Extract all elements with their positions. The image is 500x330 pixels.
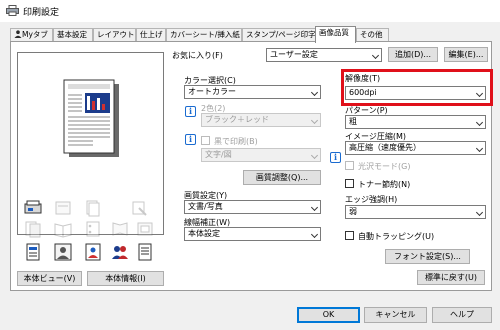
toner-save-checkbox[interactable] xyxy=(345,179,354,188)
group-users-icon xyxy=(112,246,128,259)
info-icon: i xyxy=(185,106,196,117)
finisher-icon xyxy=(137,222,153,236)
black-print-label: 黒で印刷(B) xyxy=(214,137,258,146)
toner-save-label: トナー節約(N) xyxy=(358,180,411,189)
tray-icon xyxy=(55,201,71,215)
chevron-down-icon xyxy=(475,208,484,217)
tab-layout[interactable]: レイアウト xyxy=(93,28,136,42)
chevron-down-icon xyxy=(310,151,319,160)
user-account-icon xyxy=(54,243,72,261)
chevron-down-icon xyxy=(475,144,484,153)
edge-enhance-select[interactable]: 弱 xyxy=(345,205,486,219)
image-setting-select[interactable]: 文書/写真 xyxy=(184,200,321,214)
favorites-label: お気に入り(F) xyxy=(172,51,223,60)
tab-my-tab[interactable]: Myタブ xyxy=(10,28,53,42)
add-favorite-button[interactable]: 追加(D)... xyxy=(388,47,438,62)
print-settings-dialog: 印刷設定 Myタブ 基本設定 レイアウト 仕上げ カバーシート/挿入紙 スタンプ… xyxy=(0,0,500,330)
resolution-highlight-box xyxy=(341,69,493,106)
stapler-icon xyxy=(132,201,147,216)
info-icon: i xyxy=(330,152,341,163)
chevron-down-icon xyxy=(310,88,319,97)
document-preview-icon xyxy=(63,79,119,157)
chevron-down-icon xyxy=(475,118,484,127)
quality-adjust-button[interactable]: 画質調整(Q)... xyxy=(243,170,321,185)
title-bar: 印刷設定 xyxy=(0,0,500,22)
two-color-select: ブラック＋レッド xyxy=(201,113,321,127)
tab-basic[interactable]: 基本設定 xyxy=(53,28,93,42)
black-print-checkbox xyxy=(201,136,210,145)
auto-trapping-label: 自動トラッピング(U) xyxy=(358,232,435,241)
gloss-mode-checkbox xyxy=(345,161,354,170)
chevron-down-icon xyxy=(310,230,319,239)
device-info-button[interactable]: 本体情報(I) xyxy=(87,271,164,286)
address-book-icon xyxy=(85,243,101,261)
gloss-mode-label: 光沢モード(G) xyxy=(358,162,411,171)
help-button[interactable]: ヘルプ xyxy=(432,307,492,323)
fold-icon xyxy=(112,222,128,236)
device-view-button[interactable]: 本体ビュー(V) xyxy=(17,271,82,286)
image-quality-panel: 本体ビュー(V) 本体情報(I) お気に入り(F) ユーザー設定 追加(D)..… xyxy=(10,41,493,291)
edge-enhance-label: エッジ強調(H) xyxy=(345,195,398,204)
document-list-icon xyxy=(138,243,152,261)
font-settings-button[interactable]: フォント設定(S)... xyxy=(385,249,470,264)
line-correction-select[interactable]: 本体設定 xyxy=(184,227,321,241)
cancel-button[interactable]: キャンセル xyxy=(364,307,427,323)
compression-select[interactable]: 高圧縮（速度優先） xyxy=(345,141,486,155)
edit-favorite-button[interactable]: 編集(E)... xyxy=(444,47,488,62)
info-icon: i xyxy=(185,134,196,145)
person-icon xyxy=(14,30,22,38)
punch-icon xyxy=(86,221,100,237)
chevron-down-icon xyxy=(310,116,319,125)
booklet-icon xyxy=(54,223,72,238)
restore-defaults-button[interactable]: 標準に戻す(U) xyxy=(417,270,485,285)
tab-cover-sheet[interactable]: カバーシート/挿入紙 xyxy=(166,28,242,42)
auto-trapping-checkbox[interactable] xyxy=(345,231,354,240)
tab-stamp[interactable]: スタンプ/ページ印字 xyxy=(242,28,317,42)
chevron-down-icon xyxy=(371,51,380,60)
tab-finishing[interactable]: 仕上げ xyxy=(136,28,166,42)
duplex-icon xyxy=(25,221,41,238)
chevron-down-icon xyxy=(310,203,319,212)
favorites-select[interactable]: ユーザー設定 xyxy=(266,48,382,62)
color-select[interactable]: オートカラー xyxy=(184,85,321,99)
printer-device-icon xyxy=(24,200,42,214)
ok-button[interactable]: OK xyxy=(297,307,360,323)
tab-image-quality[interactable]: 画像品質 xyxy=(315,26,356,43)
report-icon xyxy=(26,243,40,261)
black-print-select: 文字/図 xyxy=(201,148,321,162)
pattern-select[interactable]: 粗 xyxy=(345,115,486,129)
window-title: 印刷設定 xyxy=(23,8,60,18)
printer-icon xyxy=(6,5,19,16)
paper-stack-icon xyxy=(86,200,100,217)
tab-other[interactable]: その他 xyxy=(356,28,389,42)
